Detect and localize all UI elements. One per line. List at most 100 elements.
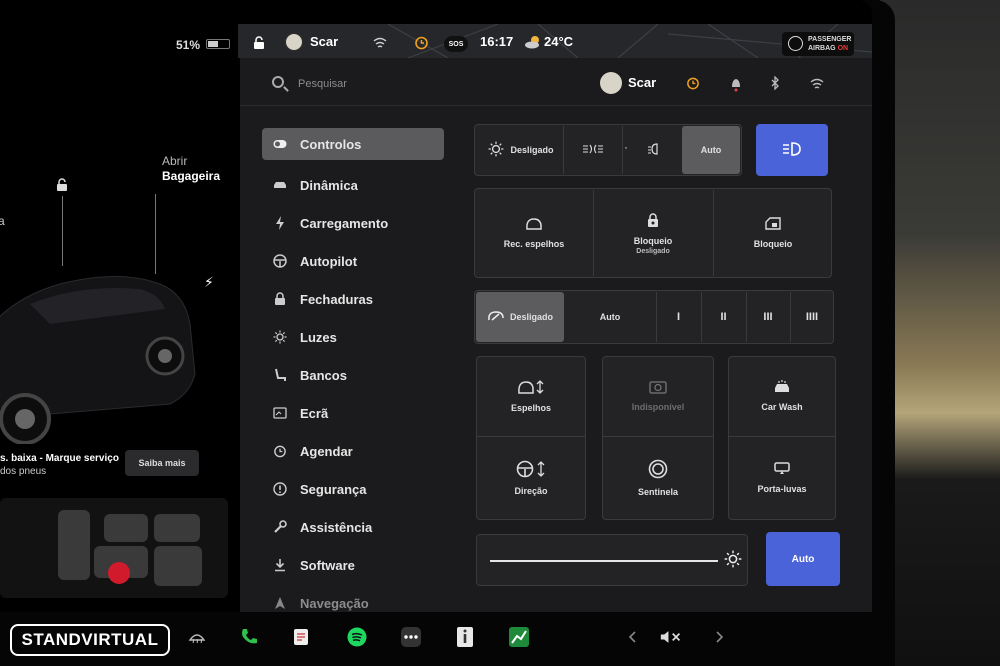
divider: [728, 436, 836, 437]
touchscreen: 51% Abrir Bagageira a ⚡︎ s. baixa - Marq…: [0, 0, 872, 612]
battery-icon: [206, 39, 230, 49]
learn-more-button[interactable]: Saiba mais: [125, 450, 199, 476]
sidebar-item-agendar[interactable]: Agendar: [262, 432, 444, 470]
sidebar-item-luzes[interactable]: Luzes: [262, 318, 444, 356]
alert-line2: dos pneus: [0, 466, 47, 477]
frunk-label[interactable]: a: [0, 214, 5, 228]
search-input[interactable]: [298, 74, 498, 94]
outside-temperature: 24°C: [544, 34, 574, 49]
sentry-label: Sentinela: [637, 487, 678, 497]
release-notes-icon[interactable]: [454, 626, 476, 648]
sidebar-item-seguranca[interactable]: Segurança: [262, 470, 444, 508]
steering-adjust-icon: [516, 460, 546, 480]
sos-badge[interactable]: SOS: [444, 36, 468, 52]
wipers-off-button[interactable]: Desligado: [476, 292, 564, 342]
divider: [622, 126, 623, 174]
display-icon: [272, 405, 288, 421]
seat-icon: [272, 367, 288, 383]
mirror-adjust-icon: [517, 379, 545, 397]
alarm-clock-icon[interactable]: [686, 76, 700, 95]
clock-time: 16:17: [480, 34, 514, 49]
tire-pressure-alert: s. baixa - Marque serviço dos pneus: [0, 452, 119, 478]
notification-bell-icon[interactable]: [730, 76, 742, 97]
sidebar-item-label: Segurança: [300, 481, 367, 497]
low-beam-icon: [647, 143, 665, 157]
chevron-left-icon[interactable]: [622, 626, 644, 648]
mute-icon[interactable]: [660, 626, 682, 648]
open-trunk-button[interactable]: Abrir Bagageira: [162, 154, 220, 184]
wiper-speed-4-button[interactable]: IIII: [791, 292, 833, 342]
sidebar-item-ecra[interactable]: Ecrã: [262, 394, 444, 432]
profile-avatar[interactable]: [600, 72, 622, 94]
chevron-right-icon[interactable]: [708, 626, 730, 648]
window-lock-label: Bloqueio: [753, 239, 793, 249]
wipers-auto-button[interactable]: Auto: [566, 292, 654, 342]
bolt-icon: [272, 215, 288, 231]
sentry-mode-button[interactable]: Sentinela: [604, 438, 712, 518]
sidebar-item-carregamento[interactable]: Carregamento: [262, 204, 444, 242]
defrost-icon[interactable]: [186, 626, 208, 648]
phone-icon[interactable]: [238, 626, 260, 648]
sidebar-item-label: Controlos: [300, 136, 362, 152]
sidebar-item-bancos[interactable]: Bancos: [262, 356, 444, 394]
wiper-speed-1-button[interactable]: I: [657, 292, 700, 342]
driver-avatar[interactable]: [284, 32, 304, 52]
dashcam-button[interactable]: Indisponível: [604, 358, 712, 434]
brightness-track[interactable]: [490, 560, 718, 562]
spotify-icon[interactable]: [346, 626, 368, 648]
sidebar-item-autopilot[interactable]: Autopilot: [262, 242, 444, 280]
car-icon: [272, 177, 288, 193]
sidebar-item-fechaduras[interactable]: Fechaduras: [262, 280, 444, 318]
alarm-clock-icon[interactable]: [414, 35, 429, 55]
brightness-sun-icon: [724, 550, 742, 573]
fold-mirrors-label: Rec. espelhos: [503, 239, 565, 249]
standvirtual-watermark: STANDVIRTUAL: [10, 624, 170, 656]
sun-icon: [272, 329, 288, 345]
wiper-speed-3-button[interactable]: III: [747, 292, 789, 342]
auto-high-beam-button[interactable]: [756, 124, 828, 176]
download-icon: [272, 557, 288, 573]
sidebar-item-label: Dinâmica: [300, 177, 358, 193]
sidebar-item-label: Fechaduras: [300, 291, 373, 307]
navigation-icon: [272, 595, 288, 611]
wiper-speed-2-button[interactable]: II: [702, 292, 745, 342]
more-apps-icon[interactable]: [400, 626, 422, 648]
unlocked-icon[interactable]: [252, 36, 266, 55]
weather-partly-cloudy-icon: [524, 35, 542, 54]
sidebar-item-dinamica[interactable]: Dinâmica: [262, 166, 444, 204]
search-icon: [272, 76, 284, 88]
glovebox-button[interactable]: Porta-luvas: [730, 438, 834, 518]
steering-adjust-button[interactable]: Direção: [478, 438, 584, 518]
dashcam-icon: [649, 380, 667, 396]
wipers-off-label: Desligado: [509, 312, 553, 322]
low-beam-button[interactable]: [634, 130, 678, 170]
wifi-icon[interactable]: [810, 77, 824, 95]
child-lock-button[interactable]: Bloqueio Desligado: [595, 190, 711, 276]
mirror-icon: [525, 217, 543, 233]
sidebar-item-controlos[interactable]: Controlos: [262, 128, 444, 160]
driver-name[interactable]: Scar: [310, 34, 338, 49]
unlock-icon[interactable]: [55, 178, 69, 192]
window-lock-button[interactable]: Bloqueio: [715, 190, 831, 276]
sidebar-item-navegacao[interactable]: Navegação: [262, 584, 444, 612]
sidebar-item-software[interactable]: Software: [262, 546, 444, 584]
brightness-auto-button[interactable]: Auto: [766, 532, 840, 586]
energy-app-icon[interactable]: [508, 626, 530, 648]
parking-lights-button[interactable]: [566, 130, 620, 170]
car-wash-label: Car Wash: [761, 402, 803, 412]
toggle-icon: [272, 136, 288, 152]
sidebar-item-assistencia[interactable]: Assistência: [262, 508, 444, 546]
divider: [602, 436, 714, 437]
fold-mirrors-button[interactable]: Rec. espelhos: [476, 190, 592, 276]
profile-name[interactable]: Scar: [628, 75, 656, 90]
airbag-line1: PASSENGER: [808, 36, 852, 43]
bluetooth-icon[interactable]: [770, 75, 780, 95]
child-lock-status: Desligado: [636, 247, 670, 255]
wifi-icon: [373, 36, 387, 54]
car-wash-button[interactable]: Car Wash: [730, 358, 834, 434]
trunk-label-line2: Bagageira: [162, 169, 221, 183]
mirror-adjust-button[interactable]: Espelhos: [478, 358, 584, 434]
notepad-icon[interactable]: [290, 626, 312, 648]
lights-off-button[interactable]: Desligado: [480, 130, 562, 170]
lights-auto-button[interactable]: Auto: [682, 126, 740, 174]
